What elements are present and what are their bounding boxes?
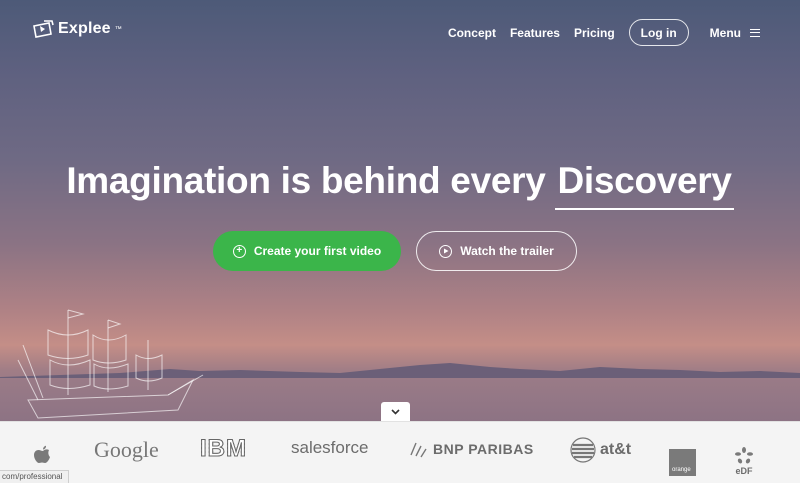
- att-logo: at&t: [570, 437, 631, 463]
- login-button[interactable]: Log in: [628, 19, 689, 46]
- hero-headline: Imagination is behind every Discovery: [0, 160, 800, 210]
- bnp-paribas-text: BNP PARIBAS: [433, 441, 534, 457]
- salesforce-logo: salesforce: [291, 438, 369, 457]
- headline-highlight: Discovery: [555, 160, 734, 210]
- globe-icon: [570, 437, 596, 463]
- menu-button[interactable]: Menu: [710, 26, 760, 40]
- edf-text: eDF: [735, 466, 753, 476]
- bnp-paribas-logo: BNP PARIBAS: [407, 439, 534, 459]
- create-video-label: Create your first video: [253, 244, 382, 258]
- top-navigation: Concept Features Pricing Log in Menu: [448, 19, 760, 46]
- watch-trailer-button[interactable]: Watch the trailer: [416, 231, 577, 271]
- hamburger-icon: [750, 28, 760, 37]
- logo-text: Explee: [58, 20, 111, 37]
- headline-text: Imagination is behind every: [66, 160, 546, 201]
- nav-link-concept[interactable]: Concept: [448, 26, 496, 40]
- chevron-down-icon: [391, 408, 400, 415]
- trademark-mark: ™: [114, 25, 122, 33]
- brand-logo[interactable]: Explee ™: [32, 20, 122, 38]
- plus-circle-icon: +: [232, 244, 246, 258]
- nav-link-features[interactable]: Features: [510, 26, 560, 40]
- scroll-down-button[interactable]: [381, 402, 410, 421]
- hero-section: Explee ™ Concept Features Pricing Log in…: [0, 0, 800, 421]
- google-logo: Google: [94, 437, 159, 462]
- stars-icon: [410, 442, 427, 458]
- play-circle-icon: [439, 244, 453, 258]
- apple-logo: [33, 444, 53, 468]
- video-card-icon: [33, 20, 54, 38]
- edf-flower-icon: [735, 447, 753, 464]
- menu-label: Menu: [709, 25, 741, 40]
- nav-link-pricing[interactable]: Pricing: [574, 26, 615, 40]
- edf-logo: eDF: [734, 447, 754, 476]
- sailing-ship-illustration: [17, 309, 204, 419]
- ibm-logo: IBM: [200, 435, 247, 463]
- apple-icon: [34, 445, 50, 463]
- watch-trailer-label: Watch the trailer: [460, 244, 554, 258]
- orange-logo: orange: [669, 449, 696, 476]
- client-logos-bar: Google IBM salesforce BNP PARIBAS at&t o…: [0, 421, 800, 483]
- att-text: at&t: [600, 441, 632, 458]
- browser-status-url: com/professional: [0, 470, 70, 483]
- create-video-button[interactable]: + Create your first video: [213, 231, 401, 271]
